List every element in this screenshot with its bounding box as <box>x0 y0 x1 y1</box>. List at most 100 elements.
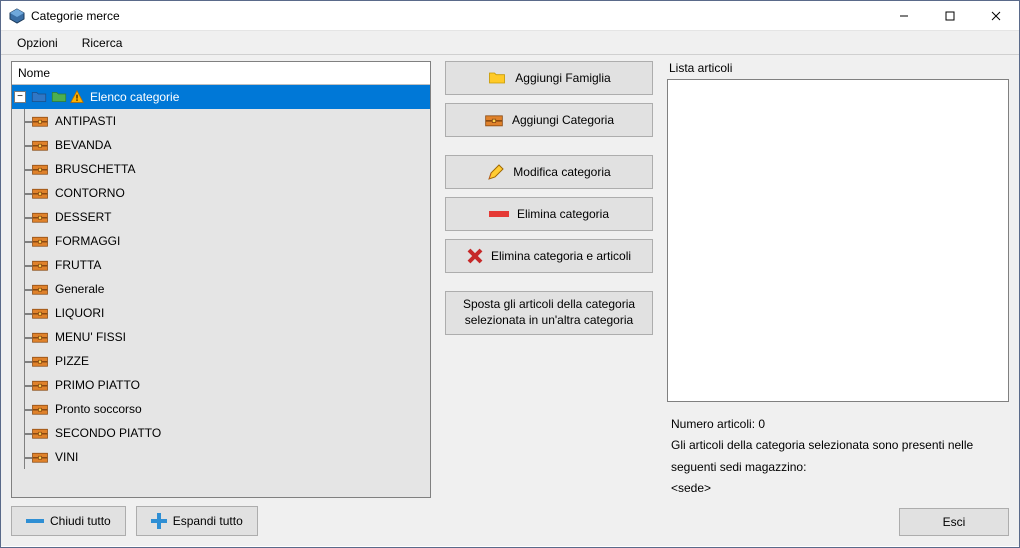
tree-connector <box>24 133 25 157</box>
tree-item-label: Generale <box>55 282 104 296</box>
tree-item[interactable]: BEVANDA <box>12 133 430 157</box>
presenti-text: Gli articoli della categoria selezionata… <box>671 435 1005 478</box>
sposta-articoli-button[interactable]: Sposta gli articoli della categoria sele… <box>445 291 653 335</box>
right-info: Numero articoli: 0 Gli articoli della ca… <box>667 402 1009 500</box>
tree-connector <box>24 205 25 229</box>
app-icon <box>9 8 25 24</box>
window-title: Categorie merce <box>31 9 120 23</box>
expand-all-icon <box>151 513 167 529</box>
tree-item-label: Pronto soccorso <box>55 402 142 416</box>
tree-connector <box>24 181 25 205</box>
left-footer: Chiudi tutto Espandi tutto <box>11 498 431 536</box>
lista-articoli-label: Lista articoli <box>669 61 1009 75</box>
tree-connector <box>24 301 25 325</box>
tree-connector <box>24 373 25 397</box>
tree-item-label: VINI <box>55 450 78 464</box>
tree-connector <box>24 277 25 301</box>
aggiungi-famiglia-button[interactable]: Aggiungi Famiglia <box>445 61 653 95</box>
folder-green-icon <box>50 90 68 104</box>
espandi-tutto-label: Espandi tutto <box>173 514 243 528</box>
aggiungi-categoria-label: Aggiungi Categoria <box>512 113 614 127</box>
tree-item[interactable]: DESSERT <box>12 205 430 229</box>
tree-connector <box>24 445 25 469</box>
titlebar: Categorie merce <box>1 1 1019 31</box>
warning-icon <box>70 90 84 104</box>
tree-item-label: BRUSCHETTA <box>55 162 135 176</box>
category-tree[interactable]: Nome Elenco categorie <box>11 61 431 498</box>
chest-icon <box>31 402 49 416</box>
lista-articoli-listbox[interactable] <box>667 79 1009 402</box>
numero-articoli-label: Numero articoli: <box>671 417 758 431</box>
chest-icon <box>31 282 49 296</box>
tree-item[interactable]: SECONDO PIATTO <box>12 421 430 445</box>
root-icons <box>30 90 84 104</box>
tree-item[interactable]: FORMAGGI <box>12 229 430 253</box>
tree-item-label: MENU' FISSI <box>55 330 126 344</box>
tree-item-label: PIZZE <box>55 354 89 368</box>
elimina-categoria-articoli-label: Elimina categoria e articoli <box>491 249 631 263</box>
tree-item[interactable]: VINI <box>12 445 430 469</box>
maximize-button[interactable] <box>927 1 973 31</box>
middle-column: Aggiungi Famiglia Aggiungi Categoria Mod… <box>445 61 653 536</box>
modifica-categoria-button[interactable]: Modifica categoria <box>445 155 653 189</box>
tree-item-label: DESSERT <box>55 210 111 224</box>
elimina-categoria-articoli-button[interactable]: Elimina categoria e articoli <box>445 239 653 273</box>
pencil-icon <box>487 163 505 181</box>
chest-icon <box>31 186 49 200</box>
chest-icon <box>31 450 49 464</box>
tree-root-label: Elenco categorie <box>90 90 179 104</box>
menubar: Opzioni Ricerca <box>1 31 1019 55</box>
sposta-articoli-label: Sposta gli articoli della categoria sele… <box>452 297 646 328</box>
chest-icon <box>31 138 49 152</box>
tree-item[interactable]: Generale <box>12 277 430 301</box>
x-red-icon <box>467 248 483 264</box>
tree-connector <box>24 157 25 181</box>
menu-ricerca[interactable]: Ricerca <box>72 34 133 52</box>
modifica-categoria-label: Modifica categoria <box>513 165 610 179</box>
tree-connector <box>24 109 25 133</box>
tree-item[interactable]: LIQUORI <box>12 301 430 325</box>
left-column: Nome Elenco categorie <box>11 61 431 536</box>
tree-item[interactable]: BRUSCHETTA <box>12 157 430 181</box>
elimina-categoria-label: Elimina categoria <box>517 207 609 221</box>
collapse-all-icon <box>26 516 44 526</box>
tree-item[interactable]: MENU' FISSI <box>12 325 430 349</box>
tree-item[interactable]: FRUTTA <box>12 253 430 277</box>
minus-red-icon <box>489 209 509 219</box>
tree-item[interactable]: ANTIPASTI <box>12 109 430 133</box>
tree-item-label: FORMAGGI <box>55 234 120 248</box>
collapse-icon[interactable] <box>14 91 26 103</box>
tree-item[interactable]: PIZZE <box>12 349 430 373</box>
chest-icon <box>31 354 49 368</box>
tree-item-label: BEVANDA <box>55 138 111 152</box>
minimize-button[interactable] <box>881 1 927 31</box>
chest-icon <box>31 258 49 272</box>
chest-icon <box>31 330 49 344</box>
numero-articoli: Numero articoli: 0 <box>671 414 1005 436</box>
chest-icon <box>31 306 49 320</box>
chest-icon <box>484 112 504 128</box>
tree-item-label: PRIMO PIATTO <box>55 378 140 392</box>
tree-item[interactable]: Pronto soccorso <box>12 397 430 421</box>
tree-item-label: FRUTTA <box>55 258 101 272</box>
close-button[interactable] <box>973 1 1019 31</box>
tree-root-row[interactable]: Elenco categorie <box>12 85 430 109</box>
esci-button[interactable]: Esci <box>899 508 1009 536</box>
menu-opzioni[interactable]: Opzioni <box>7 34 68 52</box>
tree-item[interactable]: PRIMO PIATTO <box>12 373 430 397</box>
tree-connector <box>24 421 25 445</box>
chest-icon <box>31 426 49 440</box>
tree-item[interactable]: CONTORNO <box>12 181 430 205</box>
espandi-tutto-button[interactable]: Espandi tutto <box>136 506 258 536</box>
tree-connector <box>24 349 25 373</box>
sede-placeholder: <sede> <box>671 478 1005 500</box>
numero-articoli-value: 0 <box>758 417 765 431</box>
chiudi-tutto-button[interactable]: Chiudi tutto <box>11 506 126 536</box>
aggiungi-categoria-button[interactable]: Aggiungi Categoria <box>445 103 653 137</box>
tree-header[interactable]: Nome <box>12 62 430 85</box>
right-column: Lista articoli Numero articoli: 0 Gli ar… <box>667 61 1009 536</box>
aggiungi-famiglia-label: Aggiungi Famiglia <box>515 71 610 85</box>
tree-connector <box>24 229 25 253</box>
elimina-categoria-button[interactable]: Elimina categoria <box>445 197 653 231</box>
tree-item-label: CONTORNO <box>55 186 125 200</box>
